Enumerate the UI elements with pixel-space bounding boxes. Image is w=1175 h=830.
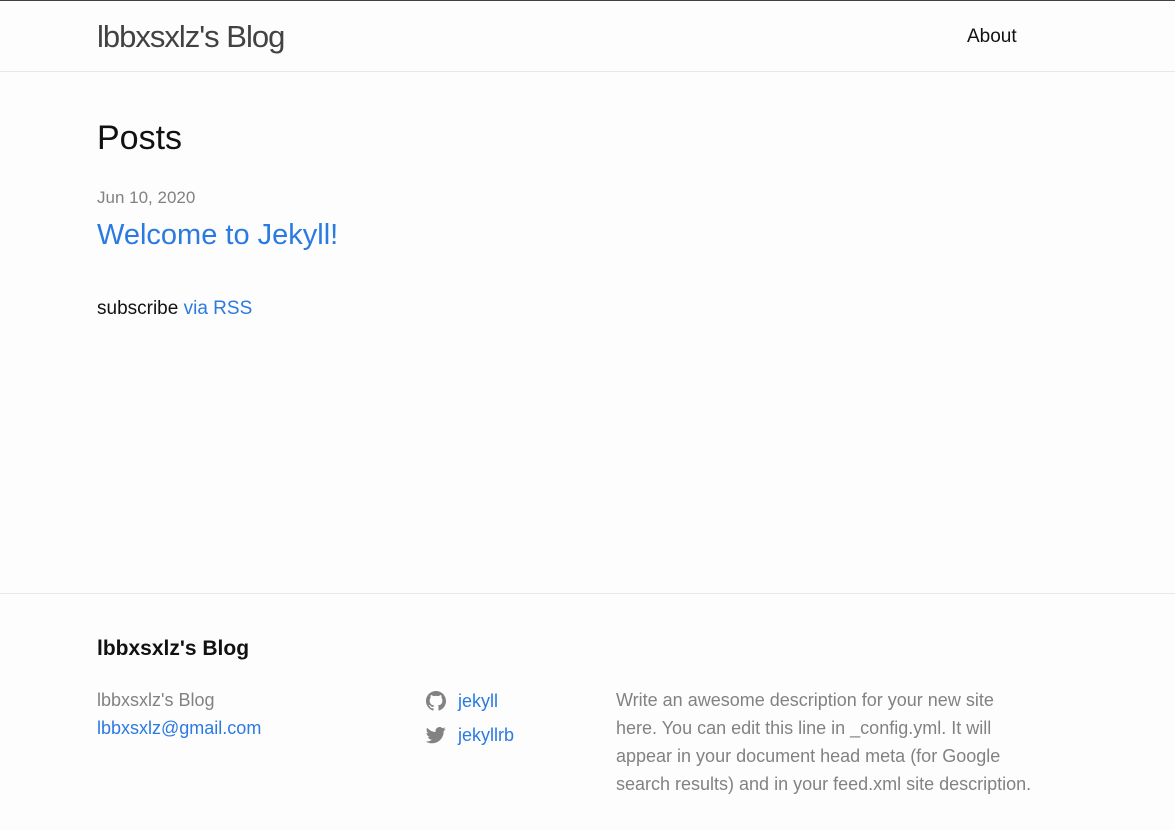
- site-title-link[interactable]: lbbxsxlz's Blog: [97, 17, 285, 57]
- site-footer: lbbxsxlz's Blog lbbxsxlz's Blog lbbxsxlz…: [0, 593, 1175, 830]
- rss-prefix: subscribe: [97, 298, 179, 319]
- post-date: Jun 10, 2020: [97, 188, 196, 207]
- site-header: lbbxsxlz's Blog About: [0, 0, 1175, 72]
- rss-link[interactable]: via RSS: [184, 298, 253, 319]
- post-title-link[interactable]: Welcome to Jekyll!: [97, 216, 338, 254]
- post-list-heading: Posts: [97, 119, 183, 157]
- twitter-link[interactable]: jekyllrb: [458, 721, 514, 749]
- footer-heading: lbbxsxlz's Blog: [97, 637, 250, 660]
- footer-contact: lbbxsxlz's Blog lbbxsxlz@gmail.com: [97, 686, 261, 742]
- github-link[interactable]: jekyll: [458, 687, 498, 715]
- rss-subscribe: subscribe via RSS: [97, 297, 252, 321]
- footer-email-link[interactable]: lbbxsxlz@gmail.com: [97, 714, 261, 742]
- footer-name: lbbxsxlz's Blog: [97, 690, 215, 710]
- github-icon: [426, 691, 446, 711]
- footer-social: jekyll jekyllrb: [426, 684, 514, 752]
- social-item-twitter[interactable]: jekyllrb: [426, 718, 514, 752]
- twitter-icon: [426, 727, 446, 744]
- nav-link-about[interactable]: About: [967, 25, 1017, 49]
- social-item-github[interactable]: jekyll: [426, 684, 514, 718]
- site-description: Write an awesome description for your ne…: [616, 690, 1032, 794]
